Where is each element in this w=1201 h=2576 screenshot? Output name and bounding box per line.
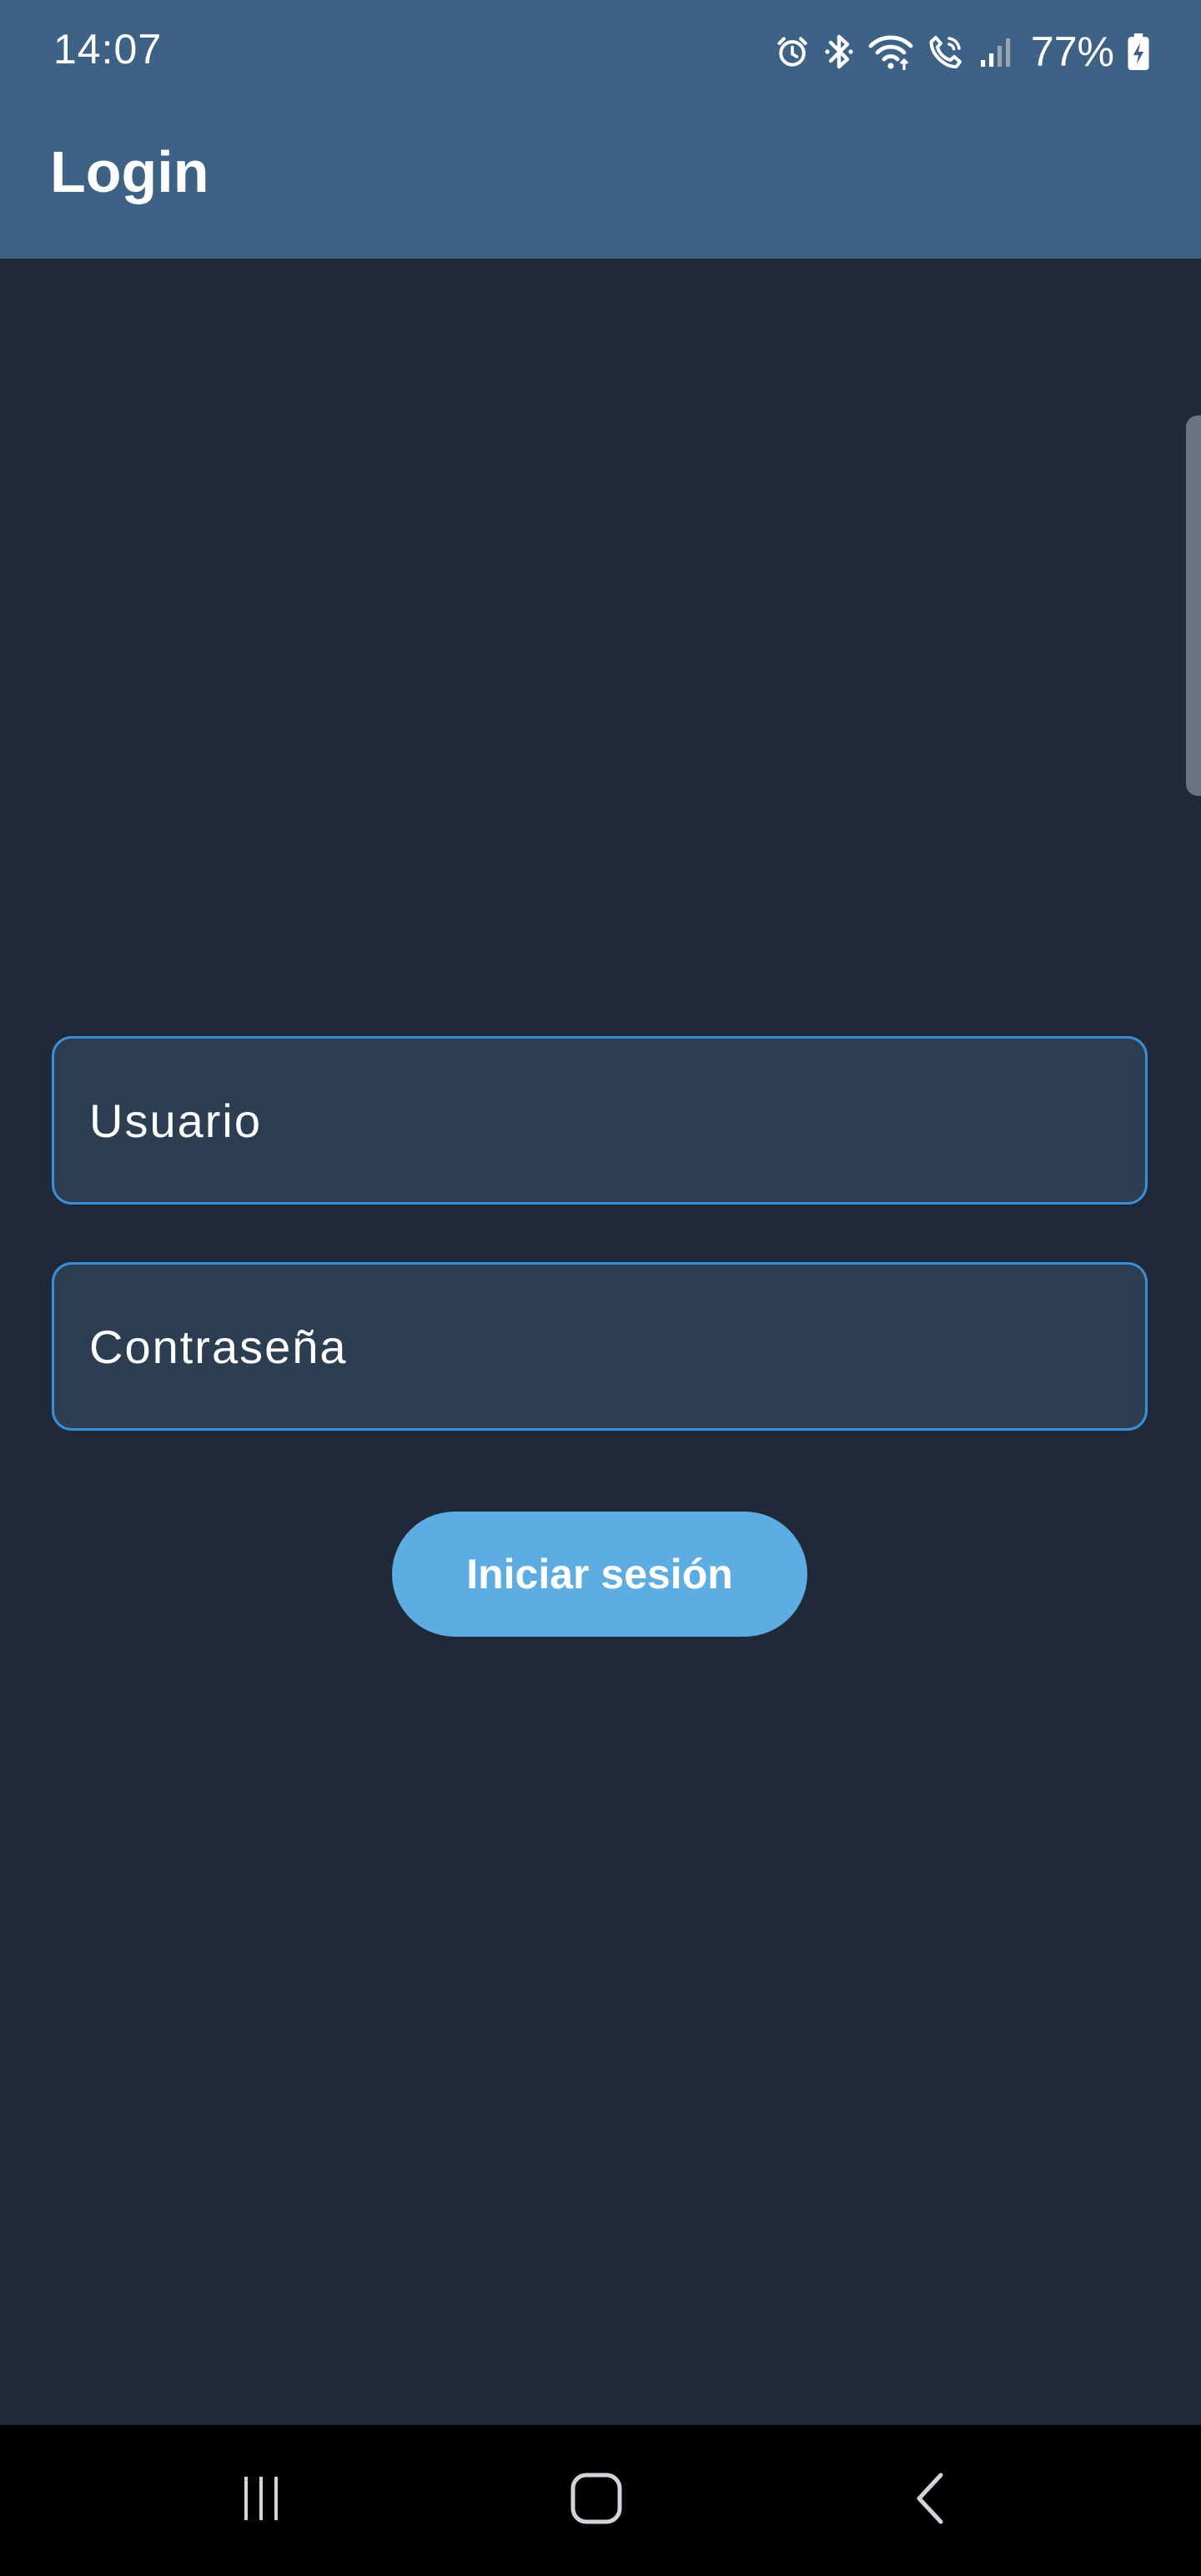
- page-title: Login: [50, 139, 209, 204]
- signal-icon: [977, 33, 1014, 70]
- home-icon: [570, 2472, 623, 2529]
- back-button[interactable]: [882, 2458, 982, 2542]
- login-button[interactable]: Iniciar sesión: [392, 1512, 807, 1637]
- status-time: 14:07: [53, 26, 163, 73]
- username-field[interactable]: [52, 1036, 1148, 1205]
- app-header: 14:07 77% Login: [0, 0, 1201, 259]
- status-bar: 14:07 77%: [0, 0, 1201, 103]
- battery-charging-icon: [1126, 33, 1151, 71]
- home-button[interactable]: [546, 2458, 646, 2542]
- username-input[interactable]: [89, 1093, 1145, 1148]
- battery-percent: 77%: [1030, 28, 1114, 75]
- scrollbar[interactable]: [1186, 415, 1201, 796]
- recents-button[interactable]: [211, 2458, 311, 2542]
- password-input[interactable]: [89, 1319, 1145, 1374]
- alarm-icon: [774, 33, 811, 70]
- wifi-icon: [867, 32, 914, 72]
- password-field[interactable]: [52, 1262, 1148, 1431]
- back-icon: [906, 2472, 959, 2529]
- wifi-calling-icon: [926, 32, 966, 72]
- login-screen: 14:07 77% Login Usuario Iniciar sesión: [0, 0, 1201, 2576]
- recents-icon: [234, 2472, 288, 2529]
- system-nav-bar: [0, 2425, 1201, 2576]
- bluetooth-icon: [822, 32, 856, 72]
- status-icons: 77%: [774, 25, 1151, 78]
